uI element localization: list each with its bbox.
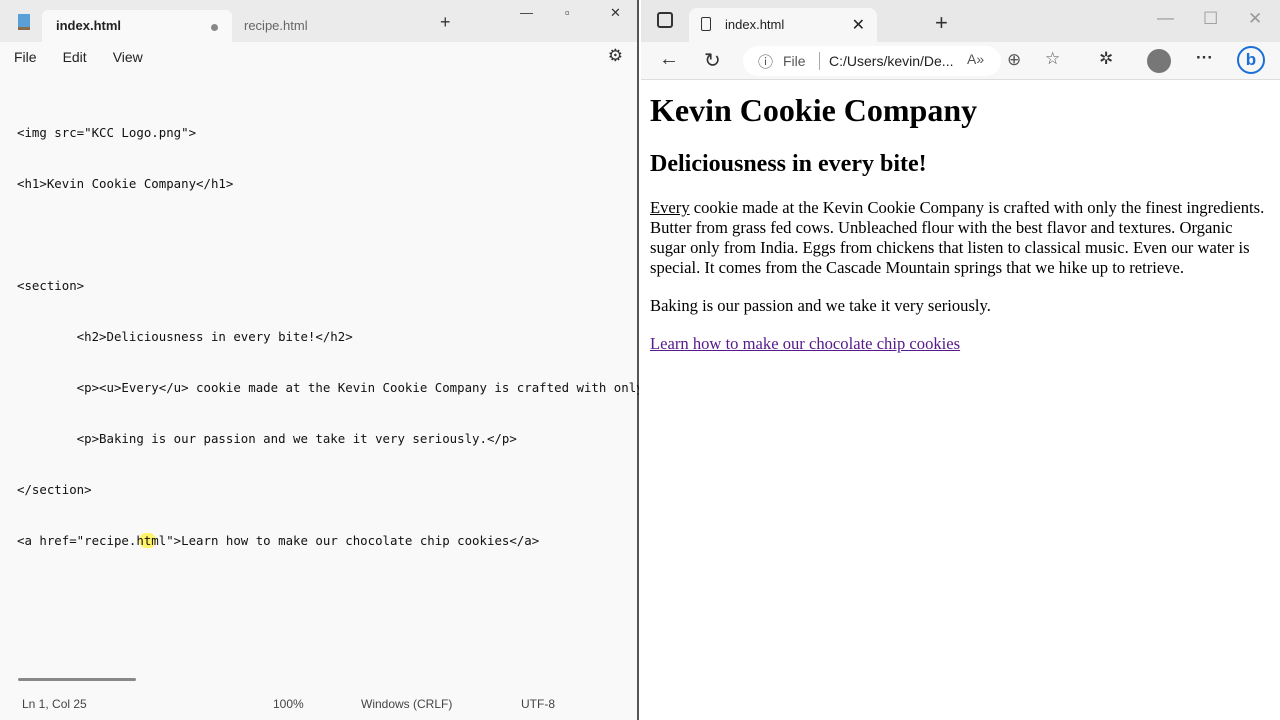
- code-line: <p>Baking is our passion and we take it …: [17, 431, 517, 446]
- info-icon[interactable]: ⓘ: [758, 51, 773, 72]
- browser-tab-bar: index.html ✕ + — ☐ ✕: [641, 0, 1280, 42]
- cursor-highlight: htm: [136, 533, 159, 548]
- browser-window: index.html ✕ + — ☐ ✕ ← ↻ ⓘ File C:/Users/…: [641, 0, 1280, 720]
- back-arrow-icon[interactable]: ←: [659, 48, 679, 71]
- underlined-text: Every: [650, 198, 690, 217]
- menu-file[interactable]: File: [14, 49, 37, 65]
- browser-toolbar: ← ↻ ⓘ File C:/Users/kevin/De... A» ⊕ ☆ ✲…: [641, 42, 1280, 80]
- code-line: <h2>Deliciousness in every bite!</h2>: [17, 329, 353, 344]
- address-scheme: File: [783, 53, 806, 69]
- read-aloud-icon[interactable]: A»: [967, 51, 984, 67]
- recipe-link[interactable]: Learn how to make our chocolate chip coo…: [650, 334, 960, 353]
- zoom-level: 100%: [273, 697, 304, 711]
- tab-actions-icon[interactable]: [657, 12, 673, 28]
- code-text: l">Learn how to make our chocolate chip …: [158, 533, 540, 548]
- new-tab-button[interactable]: +: [935, 10, 948, 36]
- notepad-window: index.html recipe.html + — ▫ ✕ File Edit…: [0, 0, 639, 720]
- favorite-star-icon[interactable]: ☆: [1045, 49, 1060, 69]
- menu-bar: File Edit View ⚙: [0, 42, 637, 72]
- extensions-icon[interactable]: ✲: [1099, 49, 1113, 69]
- minimize-button[interactable]: —: [520, 5, 533, 20]
- more-options-icon[interactable]: ···: [1196, 48, 1213, 68]
- code-line: <a href="recipe.html">Learn how to make …: [17, 532, 639, 549]
- notepad-app-icon: [18, 14, 30, 30]
- browser-tab[interactable]: index.html ✕: [689, 8, 877, 42]
- paragraph-ingredients: Every cookie made at the Kevin Cookie Co…: [650, 198, 1271, 278]
- minimize-button[interactable]: —: [1157, 8, 1174, 28]
- close-tab-icon[interactable]: ✕: [852, 15, 865, 35]
- new-tab-button[interactable]: +: [440, 12, 451, 33]
- paragraph-passion: Baking is our passion and we take it ver…: [650, 296, 991, 315]
- tab-label: index.html: [56, 18, 122, 33]
- page-content: Kevin Cookie Company Deliciousness in ev…: [641, 80, 1280, 364]
- close-button[interactable]: ✕: [610, 5, 621, 21]
- bing-copilot-icon[interactable]: b: [1237, 46, 1265, 74]
- encoding: UTF-8: [521, 697, 555, 711]
- refresh-icon[interactable]: ↻: [704, 48, 721, 73]
- unsaved-dot-icon: [211, 24, 218, 31]
- horizontal-scrollbar[interactable]: [18, 678, 136, 681]
- tab-index-html[interactable]: index.html: [42, 10, 232, 42]
- menu-edit[interactable]: Edit: [63, 49, 87, 65]
- line-ending: Windows (CRLF): [361, 697, 453, 711]
- code-line: <section>: [17, 278, 85, 293]
- divider: [819, 52, 820, 70]
- code-line: </section>: [17, 482, 92, 497]
- notepad-tab-bar: index.html recipe.html + — ▫ ✕: [0, 0, 637, 42]
- menu-view[interactable]: View: [113, 49, 143, 65]
- file-icon: [701, 17, 711, 31]
- tab-recipe-html[interactable]: recipe.html: [230, 10, 420, 42]
- tab-label: recipe.html: [244, 18, 308, 33]
- page-subheading: Deliciousness in every bite!: [650, 151, 927, 177]
- cursor-position: Ln 1, Col 25: [22, 697, 87, 711]
- maximize-button[interactable]: ☐: [1203, 9, 1218, 29]
- address-text: C:/Users/kevin/De...: [829, 53, 954, 69]
- code-text: <a href="recipe.: [17, 533, 137, 548]
- paragraph-text: cookie made at the Kevin Cookie Company …: [650, 198, 1265, 277]
- code-line: <img src="KCC Logo.png">: [17, 125, 197, 140]
- close-window-button[interactable]: ✕: [1248, 9, 1262, 29]
- tab-title: index.html: [725, 17, 785, 32]
- zoom-icon[interactable]: ⊕: [1007, 50, 1021, 70]
- code-line: <h1>Kevin Cookie Company</h1>: [17, 176, 234, 191]
- page-heading: Kevin Cookie Company: [650, 92, 978, 128]
- code-line: ​: [17, 226, 639, 243]
- settings-gear-icon[interactable]: ⚙: [608, 46, 623, 66]
- code-line: <p><u>Every</u> cookie made at the Kevin…: [76, 380, 639, 395]
- text-editor[interactable]: <img src="KCC Logo.png"> <h1>Kevin Cooki…: [17, 90, 639, 583]
- maximize-button[interactable]: ▫: [565, 5, 570, 20]
- address-bar[interactable]: ⓘ File C:/Users/kevin/De...: [743, 46, 1001, 76]
- profile-avatar[interactable]: [1147, 49, 1171, 73]
